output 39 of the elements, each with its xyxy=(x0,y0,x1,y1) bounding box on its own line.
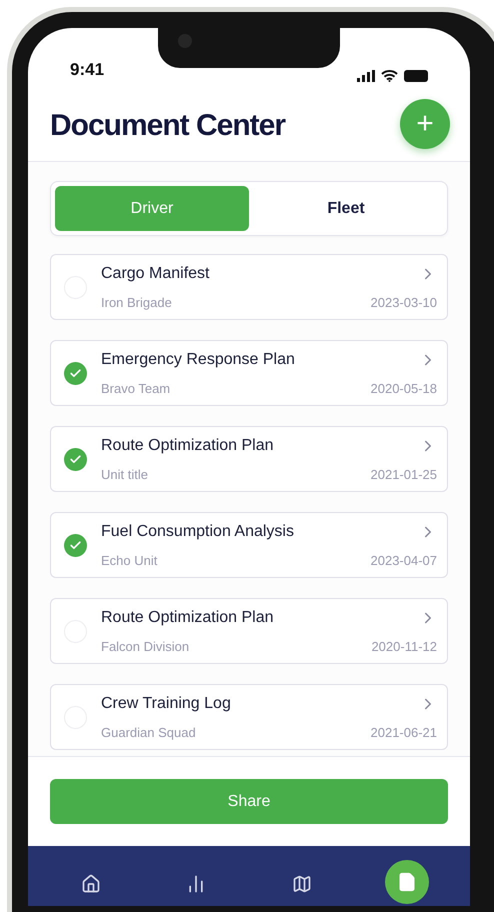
document-title: Crew Training Log xyxy=(101,694,231,714)
document-card[interactable]: Cargo Manifest Iron Brigade 2023-03-10 xyxy=(50,254,448,320)
document-card[interactable]: Crew Training Log Guardian Squad 2021-06-21 xyxy=(50,684,448,750)
document-title: Cargo Manifest xyxy=(101,264,210,284)
wifi-icon xyxy=(381,70,398,82)
document-card[interactable]: Route Optimization Plan Unit title 2021-01-25 xyxy=(50,426,448,492)
document-icon xyxy=(397,872,418,892)
document-subtitle: Iron Brigade xyxy=(101,294,172,312)
document-title: Emergency Response Plan xyxy=(101,350,295,370)
document-date: 2020-11-12 xyxy=(371,638,437,656)
checkbox[interactable] xyxy=(64,448,87,470)
document-title: Route Optimization Plan xyxy=(101,608,274,628)
document-date: 2023-03-10 xyxy=(370,294,437,312)
document-subtitle: Guardian Squad xyxy=(101,724,196,742)
nav-tab[interactable] xyxy=(385,860,430,904)
battery-icon xyxy=(404,70,428,82)
document-title: Fuel Consumption Analysis xyxy=(101,522,294,542)
check-icon xyxy=(69,452,82,466)
status-time: 9:41 xyxy=(70,58,104,80)
check-icon xyxy=(69,538,82,552)
document-subtitle: Unit title xyxy=(101,466,148,484)
page-title: Document Center xyxy=(50,108,286,144)
checkbox[interactable] xyxy=(64,534,87,556)
document-date: 2021-06-21 xyxy=(370,724,437,742)
check-icon xyxy=(69,366,82,380)
document-card[interactable]: Fuel Consumption Analysis Echo Unit 2023-04-07 xyxy=(50,512,448,578)
home-icon xyxy=(80,874,101,894)
document-subtitle: Bravo Team xyxy=(101,380,170,398)
document-date: 2023-04-07 xyxy=(370,552,437,570)
document-title: Route Optimization Plan xyxy=(101,436,274,456)
signal-icon xyxy=(357,70,375,82)
document-card[interactable]: Emergency Response Plan Bravo Team 2020-05-18 xyxy=(50,340,448,406)
document-date: 2020-05-18 xyxy=(370,380,437,398)
checkbox[interactable] xyxy=(64,362,87,384)
document-date: 2021-01-25 xyxy=(370,466,437,484)
map-icon xyxy=(292,874,312,894)
document-subtitle: Falcon Division xyxy=(101,638,190,656)
document-subtitle: Echo Unit xyxy=(101,552,158,570)
document-card[interactable]: Route Optimization Plan Falcon Division 2020-11-12 xyxy=(50,598,448,664)
